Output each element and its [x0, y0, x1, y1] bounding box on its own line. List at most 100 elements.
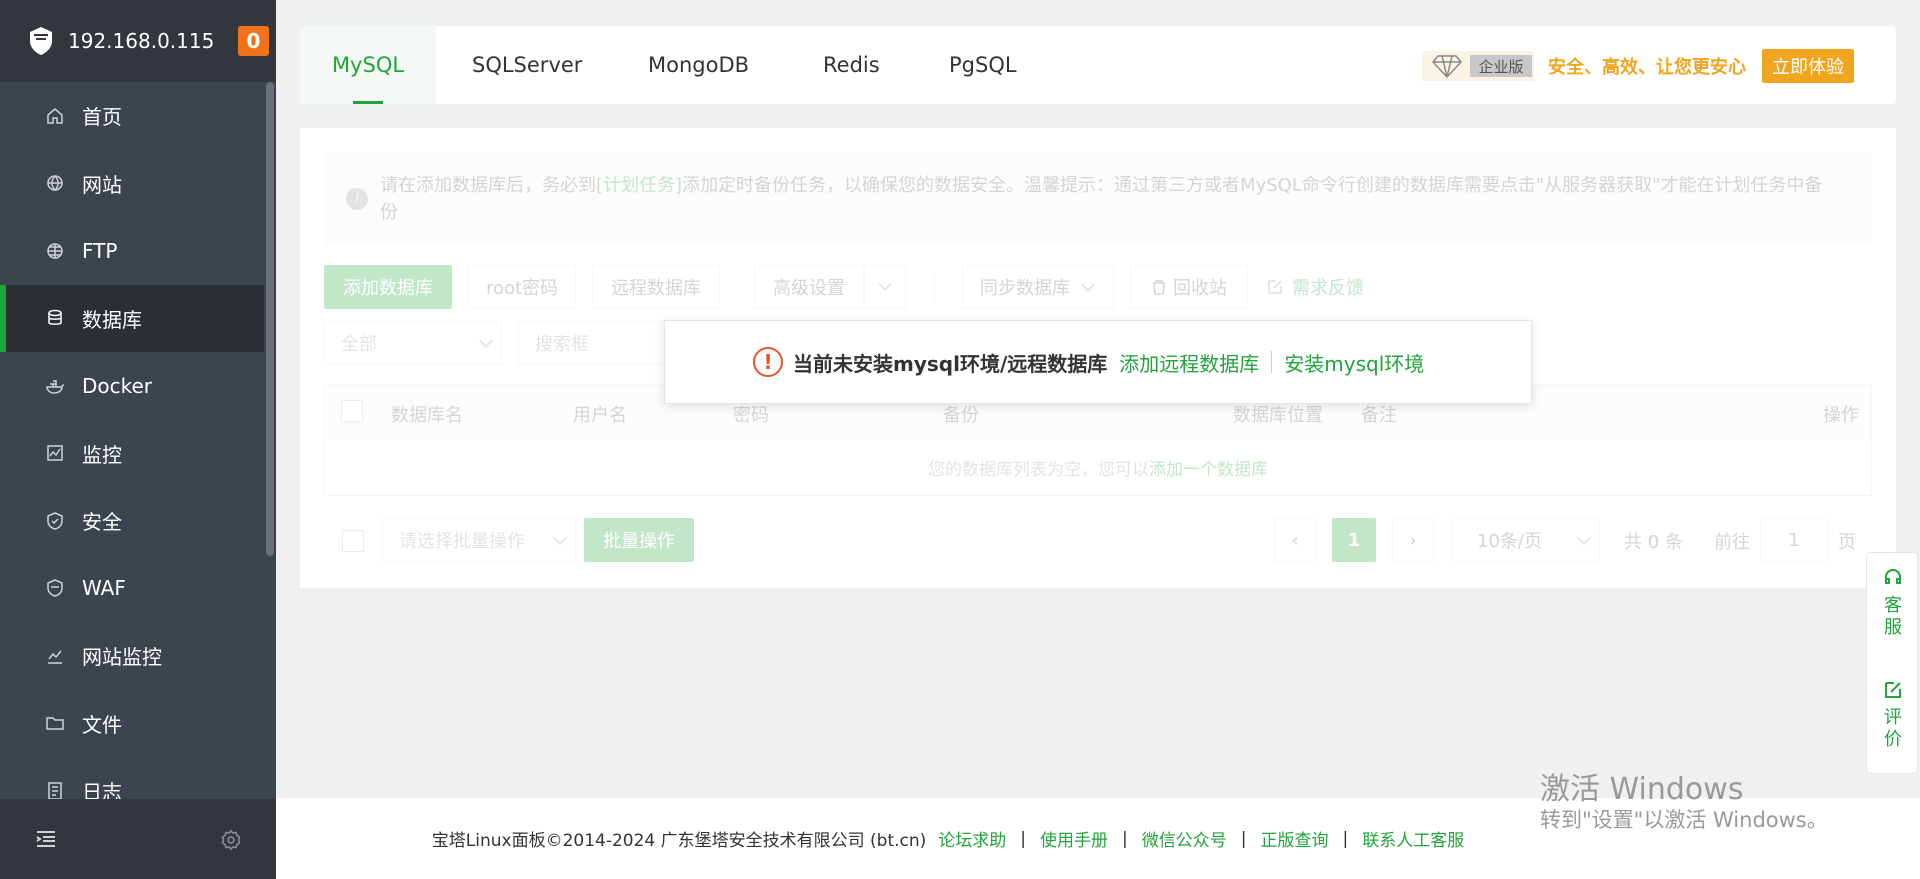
tab-mysql[interactable]: MySQL — [300, 26, 436, 104]
chart-line-icon — [44, 645, 66, 667]
goto-page-input[interactable]: 1 — [1760, 518, 1828, 562]
add-remote-db-link[interactable]: 添加远程数据库 — [1119, 348, 1259, 377]
edit-review-icon — [1885, 682, 1901, 698]
sync-database-button[interactable]: 同步数据库 — [962, 265, 1114, 309]
backup-notice: i 请在添加数据库后，务必到[计划任务]添加定时备份任务，以确保您的数据安全。温… — [324, 152, 1872, 246]
search-input[interactable]: 搜索框 — [518, 321, 678, 365]
batch-select-placeholder: 请选择批量操作 — [399, 531, 525, 552]
remote-database-button[interactable]: 远程数据库 — [592, 265, 720, 309]
docker-icon — [44, 375, 66, 397]
sidebar-item-label: 文件 — [82, 712, 122, 737]
sidebar-scrollbar-thumb[interactable] — [266, 82, 274, 556]
sidebar-menu: 首页 网站 FTP 数据库 Docker 监控 安全 WAF 网站监控 文件 日… — [0, 82, 264, 825]
footer-link-manual[interactable]: 使用手册 — [1040, 826, 1108, 851]
sidebar-item-label: WAF — [82, 576, 126, 601]
sidebar-header: 192.168.0.115 — [0, 0, 276, 82]
sidebar-item-waf[interactable]: WAF — [0, 555, 264, 623]
sidebar-item-security[interactable]: 安全 — [0, 487, 264, 555]
sidebar-item-label: 网站监控 — [82, 645, 162, 670]
add-database-link[interactable]: 添加一个数据库 — [1149, 455, 1268, 480]
footer-sep: | — [1122, 828, 1128, 849]
sidebar-item-website[interactable]: 网站 — [0, 150, 264, 218]
edit-icon — [1268, 280, 1282, 294]
search-placeholder: 搜索框 — [535, 334, 589, 355]
sidebar-scrollbar[interactable] — [264, 82, 276, 799]
sidebar-item-label: Docker — [82, 373, 153, 398]
sidebar-item-site-monitor[interactable]: 网站监控 — [0, 622, 264, 690]
schedule-task-link[interactable]: [计划任务] — [596, 175, 682, 196]
sidebar-item-label: FTP — [82, 238, 118, 263]
batch-checkbox[interactable] — [342, 530, 364, 552]
tab-mongodb[interactable]: MongoDB — [648, 26, 749, 104]
add-database-button[interactable]: 添加数据库 — [324, 265, 452, 309]
goto-label: 前往 — [1714, 532, 1750, 553]
footer-link-support[interactable]: 联系人工客服 — [1362, 826, 1464, 851]
notice-text-pre: 请在添加数据库后，务必到 — [380, 175, 596, 196]
page-suffix: 页 — [1838, 532, 1856, 553]
advanced-settings-dropdown[interactable] — [864, 265, 906, 309]
advanced-settings-button[interactable]: 高级设置 — [754, 265, 864, 309]
warning-icon: ! — [753, 347, 783, 377]
empty-text: 您的数据库列表为空，您可以 — [928, 459, 1149, 480]
sidebar-item-database[interactable]: 数据库 — [0, 284, 264, 352]
customer-service-button[interactable]: 客服 — [1867, 567, 1919, 639]
per-page-select[interactable]: 10条/页 — [1452, 518, 1600, 562]
root-password-button[interactable]: root密码 — [468, 265, 576, 309]
sidebar-item-label: 首页 — [82, 105, 122, 130]
select-all-checkbox[interactable] — [341, 400, 363, 422]
footer-link-wechat[interactable]: 微信公众号 — [1142, 826, 1227, 851]
home-icon — [44, 105, 66, 127]
filter-select[interactable]: 全部 — [324, 321, 502, 365]
enterprise-tag-label: 企业版 — [1470, 55, 1532, 77]
info-icon: i — [346, 188, 368, 210]
enterprise-slogan: 安全、高效、让您更安心 — [1548, 57, 1746, 78]
table-empty-row: 您的数据库列表为空，您可以 添加一个数据库 — [325, 439, 1871, 495]
footer-link-verify[interactable]: 正版查询 — [1261, 826, 1329, 851]
batch-select[interactable]: 请选择批量操作 — [382, 518, 576, 562]
sidebar-item-ftp[interactable]: FTP — [0, 217, 264, 285]
sidebar-item-monitor[interactable]: 监控 — [0, 420, 264, 488]
footer-link-forum[interactable]: 论坛求助 — [938, 826, 1006, 851]
trash-icon — [1153, 280, 1165, 295]
db-type-tabs: MySQL SQLServer MongoDB Redis PgSQL 企业版 … — [300, 26, 1896, 104]
monitor-icon — [44, 442, 66, 464]
tab-pgsql[interactable]: PgSQL — [949, 26, 1017, 104]
tab-sqlserver[interactable]: SQLServer — [472, 26, 582, 104]
install-mysql-link[interactable]: 安装mysql环境 — [1284, 348, 1424, 377]
sidebar-item-label: 监控 — [82, 442, 122, 467]
footer-sep: | — [1342, 828, 1349, 849]
shield-icon — [44, 510, 66, 532]
total-count: 共 0 条 — [1624, 532, 1683, 553]
folder-icon — [44, 712, 66, 734]
ftp-globe-icon — [44, 240, 66, 262]
windows-activation-title: 激活 Windows — [1540, 772, 1744, 807]
next-page-button[interactable]: › — [1392, 518, 1434, 562]
prev-page-button[interactable]: ‹ — [1274, 518, 1316, 562]
server-ip[interactable]: 192.168.0.115 — [68, 29, 214, 53]
recycle-bin-label: 回收站 — [1173, 278, 1227, 299]
col-username[interactable]: 用户名 — [573, 401, 627, 427]
customer-service-label: 客服 — [1884, 595, 1902, 638]
dialog-message: 当前未安装mysql环境/远程数据库 — [793, 351, 1108, 376]
notification-badge[interactable]: 0 — [238, 26, 269, 56]
page-1-button[interactable]: 1 — [1332, 518, 1376, 562]
headset-icon — [1885, 568, 1901, 584]
try-now-button[interactable]: 立即体验 — [1762, 49, 1854, 83]
waf-shield-icon — [44, 577, 66, 599]
review-label: 评价 — [1884, 707, 1902, 750]
floating-service-panel: 客服 评价 — [1866, 552, 1918, 774]
menu-collapse-icon[interactable] — [34, 827, 58, 851]
tab-redis[interactable]: Redis — [823, 26, 880, 104]
feedback-link[interactable]: 需求反馈 — [1266, 265, 1364, 309]
copyright-text: 宝塔Linux面板©2014-2024 广东堡塔安全技术有限公司 (bt.cn) — [431, 831, 927, 851]
sidebar-item-home[interactable]: 首页 — [0, 82, 264, 150]
sidebar-item-files[interactable]: 文件 — [0, 690, 264, 758]
windows-activation-hint: 转到"设置"以激活 Windows。 — [1540, 808, 1828, 832]
sidebar-item-label: 安全 — [82, 510, 122, 535]
batch-operation-button[interactable]: 批量操作 — [584, 518, 694, 562]
review-button[interactable]: 评价 — [1867, 679, 1919, 751]
sidebar-item-docker[interactable]: Docker — [0, 352, 264, 420]
recycle-bin-button[interactable]: 回收站 — [1130, 265, 1248, 309]
col-db-name[interactable]: 数据库名 — [391, 401, 463, 427]
settings-gear-icon[interactable] — [220, 829, 242, 851]
